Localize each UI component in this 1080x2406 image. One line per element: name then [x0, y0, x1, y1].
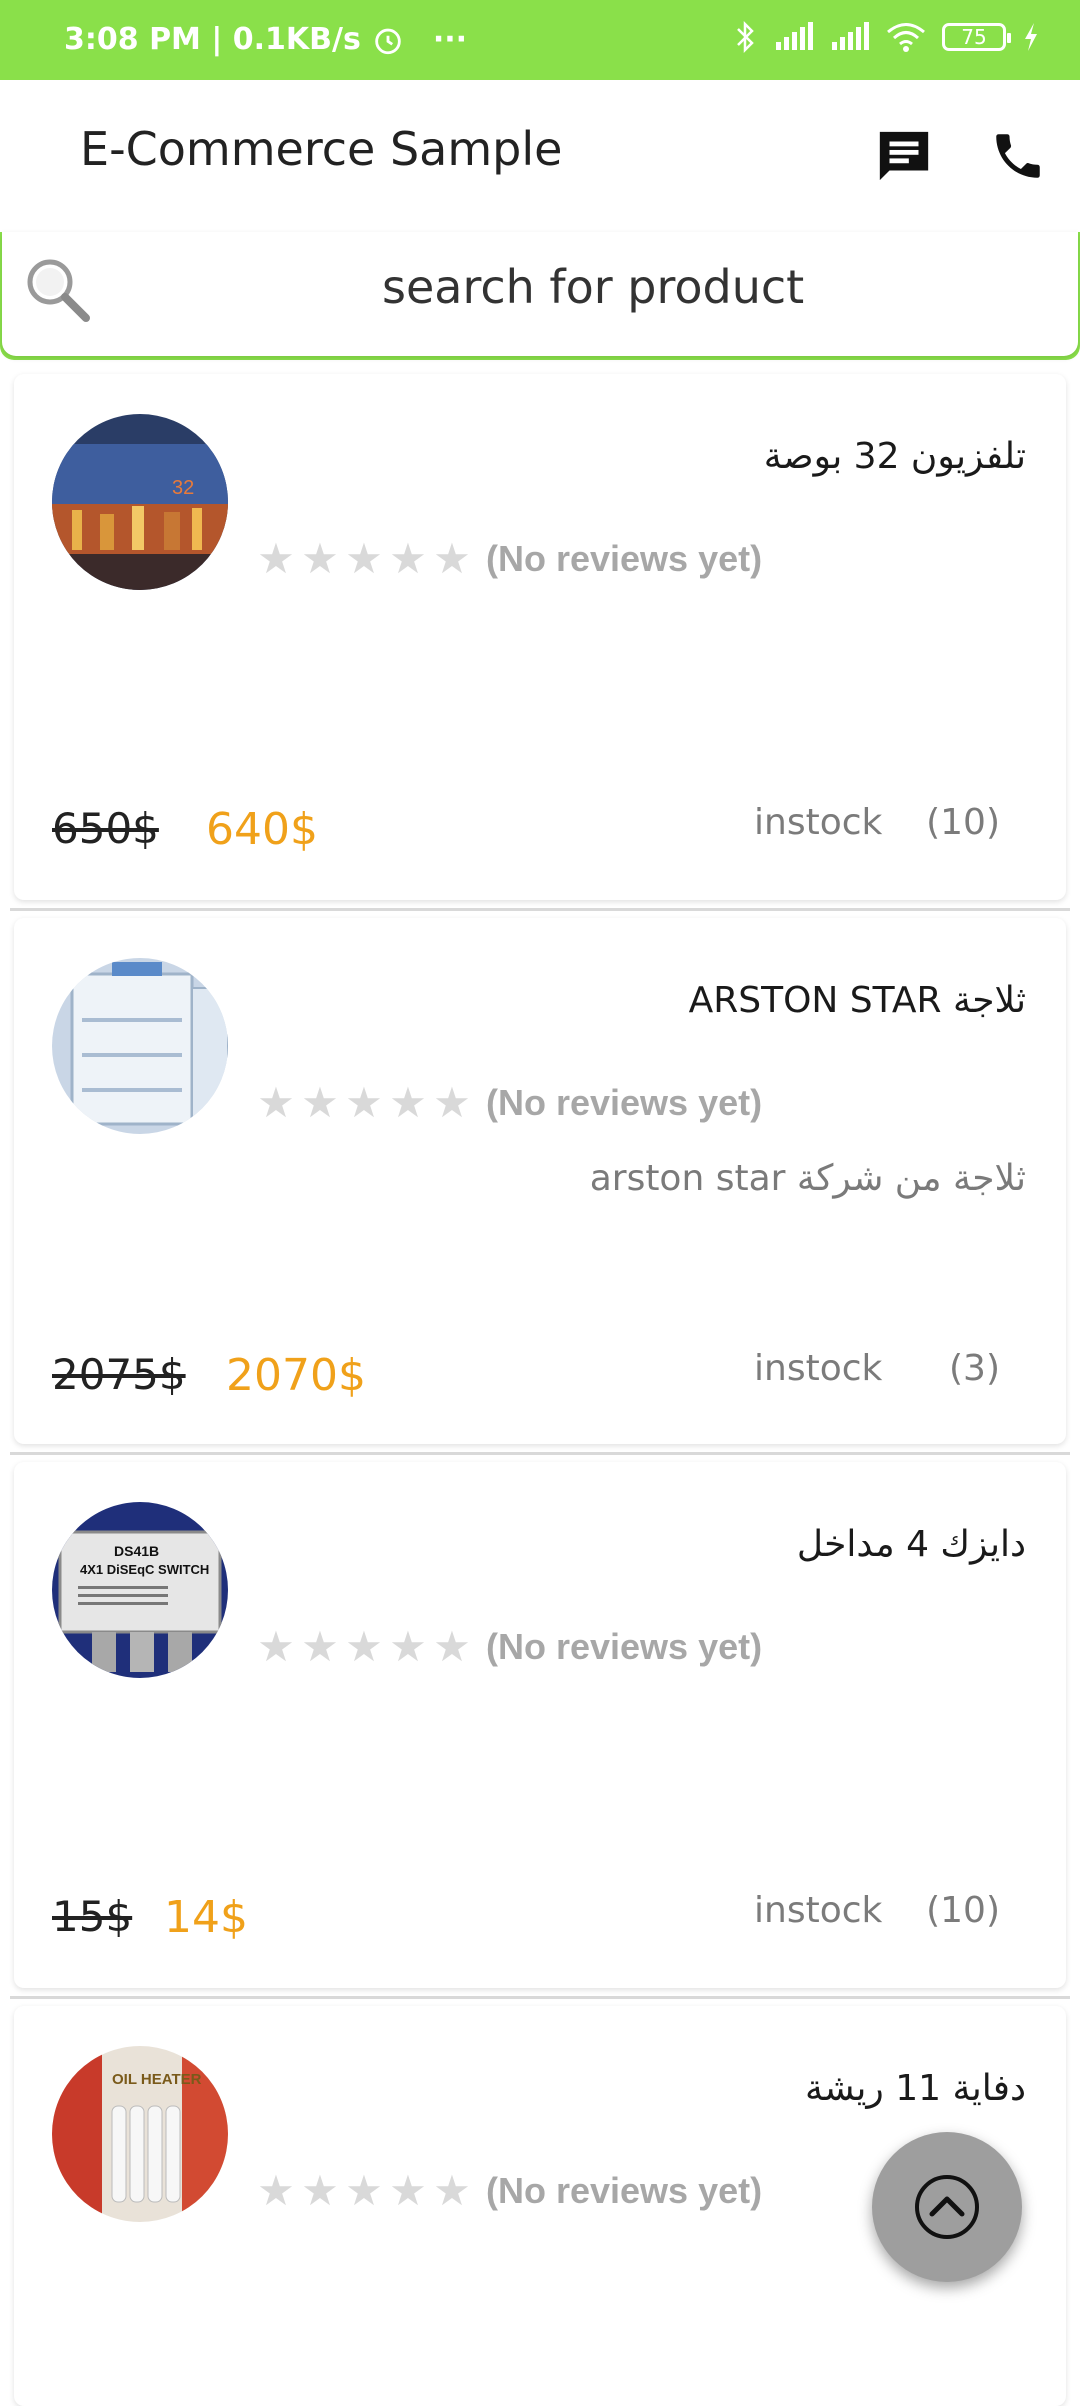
star-icon: ★ — [257, 1079, 295, 1126]
search-icon — [27, 259, 90, 322]
product-title: تلفزيون 32 بوصة — [763, 436, 1026, 477]
bluetooth-icon — [737, 20, 754, 54]
search-input[interactable]: search for product — [2, 232, 1078, 356]
chat-button[interactable] — [872, 124, 936, 188]
star-icon: ★ — [301, 1623, 339, 1670]
reviews-label: (No reviews yet) — [486, 1625, 763, 1667]
reviews-label: (No reviews yet) — [486, 2169, 763, 2211]
star-icon: ★ — [257, 2167, 295, 2214]
product-image-tv: 32 — [52, 414, 228, 590]
product-card[interactable]: DS41B 4X1 DiSEqC SWITCH دايزك 4 مداخل ★ … — [14, 1462, 1066, 1988]
stock-quantity: (3) — [949, 1348, 1000, 1389]
stock-quantity: (10) — [926, 802, 1000, 843]
star-icon: ★ — [345, 1623, 383, 1670]
new-price: 14$ — [164, 1892, 248, 1943]
product-title: دفاية 11 ريشة — [804, 2068, 1026, 2109]
old-price: 2075$ — [52, 1350, 186, 1399]
old-price: 15$ — [52, 1892, 133, 1941]
star-icon: ★ — [257, 1623, 295, 1670]
star-icon: ★ — [433, 1079, 471, 1126]
product-title: دايزك 4 مداخل — [796, 1524, 1026, 1565]
star-icon: ★ — [389, 535, 427, 582]
star-icon: ★ — [301, 2167, 339, 2214]
stock-quantity: (10) — [926, 1890, 1000, 1931]
alarm-icon — [375, 28, 401, 54]
star-icon: ★ — [301, 535, 339, 582]
star-icon: ★ — [433, 2167, 471, 2214]
chat-icon — [879, 131, 929, 181]
charging-icon — [1025, 23, 1037, 51]
scroll-to-top-button[interactable] — [872, 2132, 1022, 2282]
status-time: 3:08 PM | 0.1KB/s — [64, 22, 361, 57]
star-icon: ★ — [433, 535, 471, 582]
rating-stars: ★ ★ ★ ★ ★ (No reviews yet) — [254, 1622, 762, 1671]
star-icon: ★ — [301, 1079, 339, 1126]
reviews-label: (No reviews yet) — [486, 537, 763, 579]
star-icon: ★ — [389, 2167, 427, 2214]
call-button[interactable] — [986, 124, 1050, 188]
star-icon: ★ — [389, 1079, 427, 1126]
search-area: search for product — [0, 232, 1080, 360]
app-bar: E-Commerce Sample — [0, 80, 1080, 232]
star-icon: ★ — [389, 1623, 427, 1670]
star-icon: ★ — [345, 535, 383, 582]
product-image-diseqc: DS41B 4X1 DiSEqC SWITCH — [52, 1502, 228, 1678]
divider — [10, 908, 1070, 911]
product-image-heater: OIL HEATER — [52, 2046, 228, 2222]
wifi-icon — [887, 23, 925, 52]
phone-icon — [996, 134, 1040, 178]
star-icon: ★ — [257, 535, 295, 582]
search-placeholder: search for product — [382, 260, 805, 314]
signal-icon-2 — [832, 22, 869, 50]
star-icon: ★ — [345, 1079, 383, 1126]
rating-stars: ★ ★ ★ ★ ★ (No reviews yet) — [254, 2166, 762, 2215]
battery-icon: 75 — [942, 23, 1011, 51]
old-price: 650$ — [52, 804, 159, 853]
rating-stars: ★ ★ ★ ★ ★ (No reviews yet) — [254, 1078, 762, 1127]
svg-text:4X1 DiSEqC SWITCH: 4X1 DiSEqC SWITCH — [80, 1562, 209, 1577]
status-more-icon: ··· — [432, 22, 468, 57]
signal-icon — [776, 22, 813, 50]
stock-status: instock — [754, 1890, 883, 1931]
product-image-fridge — [52, 958, 228, 1134]
stock-status: instock — [754, 1348, 883, 1389]
rating-stars: ★ ★ ★ ★ ★ (No reviews yet) — [254, 534, 762, 583]
chevron-up-icon — [915, 2175, 979, 2239]
product-title: ثلاجة ARSTON STAR — [688, 980, 1026, 1021]
svg-text:OIL HEATER: OIL HEATER — [112, 2071, 202, 2088]
product-card[interactable]: 32 تلفزيون 32 بوصة ★ ★ ★ ★ ★ (No reviews… — [14, 374, 1066, 900]
new-price: 2070$ — [226, 1350, 366, 1401]
status-bar: 3:08 PM | 0.1KB/s ··· 75 — [0, 0, 1080, 80]
stock-status: instock — [754, 802, 883, 843]
divider — [10, 1452, 1070, 1455]
battery-level: 75 — [961, 25, 987, 49]
svg-text:DS41B: DS41B — [114, 1543, 159, 1559]
product-description: ثلاجة من شركة arston star — [589, 1158, 1026, 1199]
product-card[interactable]: ثلاجة ARSTON STAR ★ ★ ★ ★ ★ (No reviews … — [14, 918, 1066, 1444]
divider — [10, 1996, 1070, 1999]
svg-text:32: 32 — [172, 477, 194, 499]
star-icon: ★ — [345, 2167, 383, 2214]
star-icon: ★ — [433, 1623, 471, 1670]
reviews-label: (No reviews yet) — [486, 1081, 763, 1123]
new-price: 640$ — [206, 804, 318, 855]
app-title: E-Commerce Sample — [80, 122, 563, 176]
